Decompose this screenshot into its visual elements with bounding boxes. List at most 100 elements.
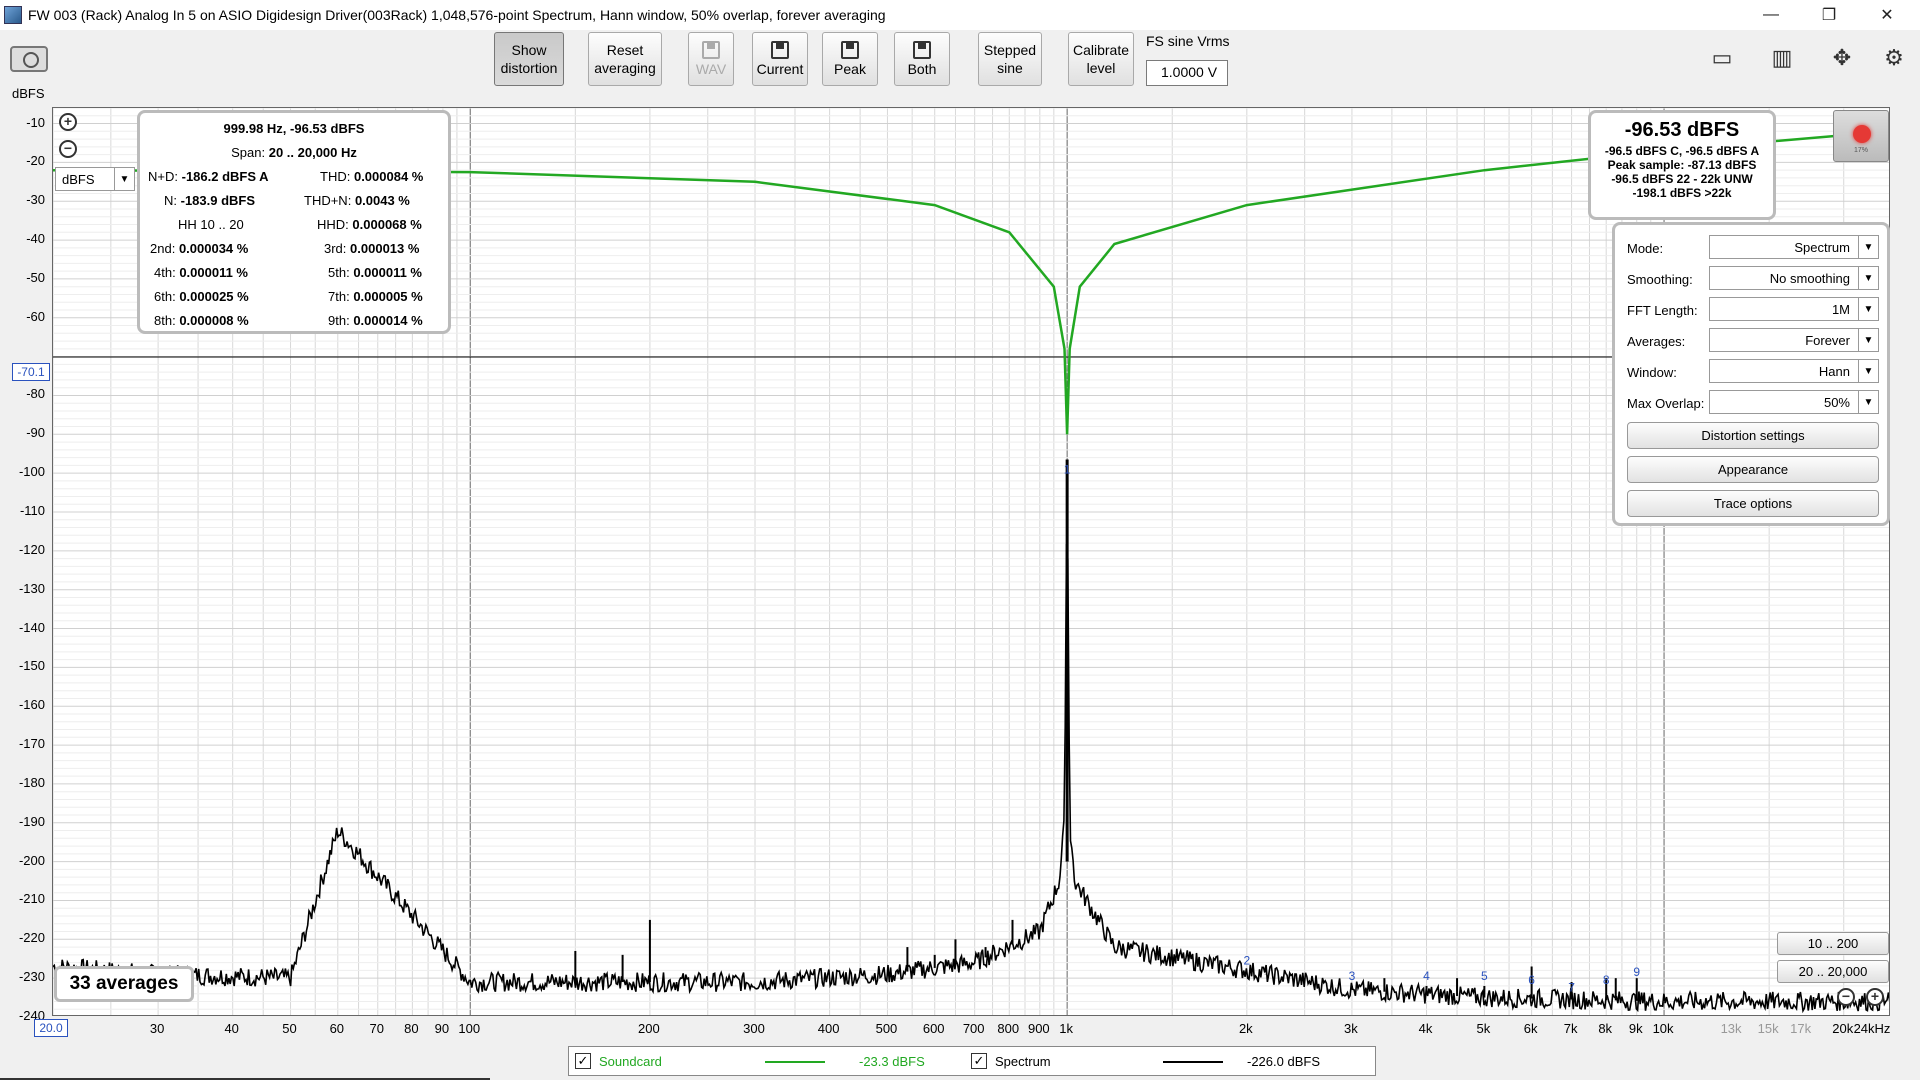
y-tick-label: -120 (18, 541, 45, 557)
save-both-button[interactable]: Both (894, 32, 950, 86)
reset-averaging-label-2: averaging (594, 60, 656, 76)
peak-level-panel: -96.53 dBFS -96.5 dBFS C, -96.5 dBFS A P… (1588, 110, 1776, 220)
range-20-20000-button[interactable]: 20 .. 20,000 (1777, 960, 1889, 983)
appearance-button[interactable]: Appearance (1627, 456, 1879, 483)
y-unit-label: dBFS (12, 86, 45, 101)
x-tick-label: 9k (1628, 1021, 1643, 1036)
h5-value: 0.000011 % (353, 265, 422, 280)
settings-panel: Mode: Spectrum ▼ Smoothing: No smoothing ▼… (1612, 222, 1890, 526)
h6-row: 6th: 0.000025 % (154, 289, 249, 304)
y-tick-label: -10 (26, 114, 45, 130)
calibrate-level-label-2: level (1086, 60, 1116, 76)
h9-label: 9th: (328, 313, 350, 328)
h9-value: 0.000014 % (353, 313, 423, 328)
current-label: Current (756, 60, 804, 77)
cursor-y-readout[interactable]: -70.1 (12, 363, 50, 381)
y-tick-label: -160 (18, 697, 45, 713)
smoothing-label: Smoothing: (1627, 272, 1693, 287)
h5-row: 5th: 0.000011 % (328, 265, 422, 280)
toolbar: Show distortion Reset averaging WAV Curr… (0, 30, 1920, 92)
zoom-out-x-icon[interactable]: − (1837, 988, 1855, 1006)
x-tick-label: 8k (1598, 1021, 1613, 1036)
y-tick-label: -230 (18, 969, 45, 985)
y-tick-label: -30 (26, 192, 45, 208)
columns-icon[interactable]: ▥ (1758, 44, 1806, 72)
mode-value: Spectrum (1794, 240, 1850, 255)
h2-label: 2nd: (150, 241, 176, 256)
n-value: -183.9 dBFS (180, 193, 256, 208)
record-button[interactable]: 17% (1833, 110, 1889, 162)
x-start-readout[interactable]: 20.0 (34, 1019, 68, 1037)
soundcard-label: Soundcard (599, 1054, 662, 1069)
y-tick-label: -100 (18, 464, 45, 480)
x-tick-label: 80 (404, 1021, 419, 1036)
window-value: Hann (1818, 364, 1850, 379)
expand-arrows-icon[interactable]: ✥ (1818, 44, 1866, 72)
both-label: Both (907, 60, 937, 77)
chevron-down-icon: ▼ (114, 168, 134, 190)
x-tick-label: 7k (1563, 1021, 1578, 1036)
harmonic-label-3: 3 (1349, 969, 1356, 983)
x-tick-label: 300 (743, 1021, 765, 1036)
trace-options-button[interactable]: Trace options (1627, 490, 1879, 517)
max-overlap-value: 50% (1823, 395, 1850, 410)
spectrum-value: -226.0 dBFS (1247, 1054, 1320, 1069)
reset-averaging-button[interactable]: Reset averaging (588, 32, 662, 86)
save-current-button[interactable]: Current (752, 32, 808, 86)
hhd-value: 0.000068 % (352, 217, 422, 232)
window-label: Window: (1627, 365, 1677, 380)
graph-size-icon[interactable]: ▭ (1698, 44, 1746, 72)
peak-main-value: -96.53 dBFS (1624, 119, 1740, 141)
soundcard-checkbox[interactable]: ✓ (575, 1053, 591, 1069)
wav-button[interactable]: WAV (688, 32, 734, 86)
n-label: N: (164, 193, 177, 208)
h9-row: 9th: 0.000014 % (328, 313, 423, 328)
save-icon (771, 40, 789, 59)
calibrate-level-button[interactable]: Calibrate level (1068, 32, 1134, 86)
show-distortion-button[interactable]: Show distortion (494, 32, 564, 86)
thd-row: THD: 0.000084 % (320, 169, 423, 184)
zoom-in-icon[interactable]: + (59, 113, 77, 131)
close-button[interactable]: ✕ (1858, 0, 1916, 30)
fft-length-select[interactable]: 1M ▼ (1709, 297, 1879, 321)
smoothing-select[interactable]: No smoothing ▼ (1709, 266, 1879, 290)
x-tick-label: 3k (1344, 1021, 1358, 1036)
harmonic-label-6: 6 (1528, 973, 1535, 987)
x-tick-label: 600 (922, 1021, 945, 1036)
save-peak-button[interactable]: Peak (822, 32, 878, 86)
h7-value: 0.000005 % (353, 289, 423, 304)
harmonic-label-2: 2 (1243, 953, 1250, 967)
range-10-200-button[interactable]: 10 .. 200 (1777, 932, 1889, 955)
window-select[interactable]: Hann ▼ (1709, 359, 1879, 383)
nd-value: -186.2 dBFS A (181, 169, 269, 184)
y-tick-label: -170 (18, 736, 45, 752)
thdn-row: THD+N: 0.0043 % (304, 193, 410, 208)
stepped-sine-button[interactable]: Stepped sine (978, 32, 1042, 86)
y-tick-label: -190 (18, 813, 45, 829)
unit-select[interactable]: dBFS ▼ (55, 167, 135, 191)
soundcard-value: -23.3 dBFS (859, 1054, 925, 1069)
fs-sine-input[interactable]: 1.0000 V (1146, 60, 1228, 86)
h4-row: 4th: 0.000011 % (154, 265, 248, 280)
minimize-button[interactable]: — (1742, 0, 1800, 30)
gear-icon[interactable]: ⚙ (1876, 44, 1912, 72)
reset-averaging-label-1: Reset (606, 42, 644, 58)
harmonic-label-7: 7 (1568, 981, 1575, 995)
max-overlap-select[interactable]: 50% ▼ (1709, 390, 1879, 414)
h2-row: 2nd: 0.000034 % (150, 241, 248, 256)
averages-select[interactable]: Forever ▼ (1709, 328, 1879, 352)
distortion-settings-button[interactable]: Distortion settings (1627, 422, 1879, 449)
spectrum-checkbox[interactable]: ✓ (971, 1053, 987, 1069)
h7-label: 7th: (328, 289, 350, 304)
mode-select[interactable]: Spectrum ▼ (1709, 235, 1879, 259)
zoom-out-icon[interactable]: − (59, 140, 77, 158)
maximize-button[interactable]: ❐ (1800, 0, 1858, 30)
harmonic-label-1: 1 (1064, 463, 1071, 477)
x-tick-label: 15k (1757, 1021, 1779, 1036)
peak-line-1: -96.5 dBFS C, -96.5 dBFS A (1604, 144, 1760, 158)
zoom-in-x-icon[interactable]: + (1866, 988, 1884, 1006)
folder-icon (702, 40, 720, 59)
max-overlap-label: Max Overlap: (1627, 396, 1705, 411)
harmonic-label-4: 4 (1423, 969, 1430, 983)
wav-label: WAV (695, 60, 727, 77)
